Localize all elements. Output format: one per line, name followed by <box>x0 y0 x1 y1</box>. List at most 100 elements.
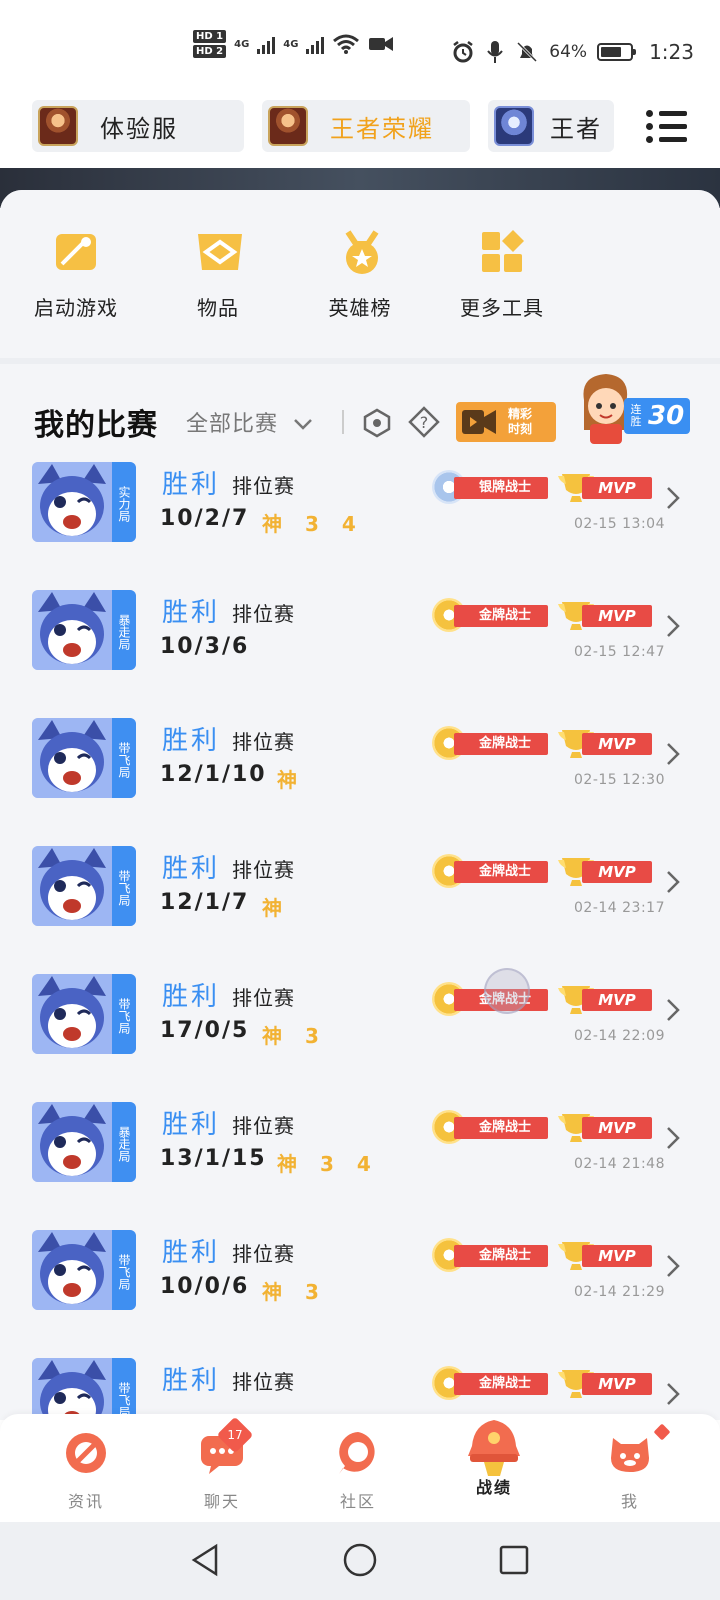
tool-label: 更多工具 <box>460 296 544 320</box>
game-tab-honor-short[interactable]: 王者 <box>488 100 614 152</box>
match-type: 排位赛 <box>232 602 295 626</box>
nav-community[interactable]: 社区 <box>298 1428 418 1512</box>
home-icon[interactable] <box>340 1540 380 1580</box>
match-filter-dropdown[interactable]: 全部比赛 <box>186 406 314 438</box>
game-tab-honor-of-kings[interactable]: 王者荣耀 <box>262 100 470 152</box>
hero-thumbnail: 实力局 <box>32 462 136 542</box>
chevron-right-icon <box>667 615 680 637</box>
match-row[interactable]: 带飞局 胜利 排位赛 12/1/10 神 金牌战士 MVP 02-15 12:3… <box>0 716 720 844</box>
tool-label: 英雄榜 <box>328 296 392 320</box>
svg-text:?: ? <box>420 413 429 432</box>
hero-thumbnail: 带飞局 <box>32 1358 136 1420</box>
nav-chat[interactable]: 17 聊天 <box>162 1416 282 1512</box>
chevron-right-icon <box>667 487 680 509</box>
matches-header: 我的比赛 全部比赛 ? 精彩 时刻 连胜 30 <box>0 374 720 450</box>
hero-thumbnail: 带飞局 <box>32 974 136 1054</box>
medal-badge: 银牌战士 <box>432 470 548 504</box>
community-icon <box>333 1428 383 1478</box>
game-avatar-icon <box>494 106 534 146</box>
game-tab-trial[interactable]: 体验服 <box>32 100 244 152</box>
matches-title: 我的比赛 <box>34 408 158 443</box>
medal-label: 金牌战士 <box>454 733 548 755</box>
match-row[interactable]: 带飞局 胜利 排位赛 金牌战士 MVP <box>0 1356 720 1420</box>
nav-records[interactable]: 战绩 <box>434 1420 554 1498</box>
hero-rank-icon <box>338 230 382 274</box>
game-tab-label: 王者 <box>550 114 602 143</box>
highlight-moments-button[interactable]: 精彩 时刻 <box>456 402 556 442</box>
hero-thumbnail: 带飞局 <box>32 718 136 798</box>
nav-news[interactable]: 资讯 <box>26 1428 146 1512</box>
medal-label: 金牌战士 <box>454 861 548 883</box>
bottom-nav: 资讯 17 聊天 社区 战绩 我 <box>0 1414 720 1522</box>
medal-label: 银牌战士 <box>454 477 548 499</box>
help-icon[interactable]: ? <box>408 406 440 438</box>
more-tools-icon <box>480 230 524 274</box>
match-filter-label: 全部比赛 <box>186 412 279 437</box>
recents-icon[interactable] <box>494 1540 534 1580</box>
main-card: 启动游戏 物品 英雄榜 更多工具 我的比赛 全部比赛 ? 精彩 时刻 连胜 30… <box>0 190 720 1420</box>
mvp-badge: MVP <box>558 854 654 888</box>
chevron-right-icon <box>667 743 680 765</box>
chevron-right-icon <box>667 999 680 1021</box>
match-kda: 13/1/15 <box>160 1146 267 1171</box>
video-camera-icon <box>369 37 394 51</box>
match-result: 胜利 <box>162 1110 221 1140</box>
section-divider <box>0 358 720 364</box>
match-kda: 17/0/5 <box>160 1018 250 1043</box>
mvp-badge: MVP <box>558 982 654 1016</box>
back-icon[interactable] <box>186 1540 226 1580</box>
status-bar: HD 1 HD 2 4G 4G 64% 1:23 <box>0 0 720 90</box>
match-highlight-marks: 神 3 4 <box>262 512 364 536</box>
match-row[interactable]: 带飞局 胜利 排位赛 17/0/5 神 3 金牌战士 MVP 02-14 22:… <box>0 972 720 1100</box>
match-tag: 实力局 <box>112 462 136 542</box>
match-highlight-marks: 神 3 <box>262 1024 327 1048</box>
match-result: 胜利 <box>162 854 221 884</box>
mvp-badge: MVP <box>558 1238 654 1272</box>
header-separator <box>342 410 344 434</box>
match-row[interactable]: 带飞局 胜利 排位赛 10/0/6 神 3 金牌战士 MVP 02-14 21:… <box>0 1228 720 1356</box>
match-tag: 带飞局 <box>112 1358 136 1420</box>
hero-thumbnail: 暴走局 <box>32 1102 136 1182</box>
win-streak-badge[interactable]: 连胜 30 <box>572 370 692 450</box>
match-result: 胜利 <box>162 470 221 500</box>
match-row[interactable]: 暴走局 胜利 排位赛 10/3/6 金牌战士 MVP 02-15 12:47 <box>0 588 720 716</box>
menu-icon[interactable] <box>646 110 690 146</box>
tool-hero-rank[interactable]: 英雄榜 <box>300 230 420 321</box>
mvp-label: MVP <box>582 1373 652 1395</box>
match-time: 02-14 21:29 <box>574 1284 665 1300</box>
hd1-badge: HD 1 <box>193 30 227 43</box>
mvp-label: MVP <box>582 477 652 499</box>
medal-label: 金牌战士 <box>454 1117 548 1139</box>
tool-launch-game[interactable]: 启动游戏 <box>16 230 136 321</box>
match-row[interactable]: 暴走局 胜利 排位赛 13/1/15 神 3 4 金牌战士 MVP 02-14 … <box>0 1100 720 1228</box>
highlight-moments-label: 精彩 时刻 <box>508 407 533 436</box>
hexagon-settings-icon[interactable] <box>362 408 392 438</box>
hero-portrait-icon <box>32 974 112 1054</box>
match-row[interactable]: 带飞局 胜利 排位赛 12/1/7 神 金牌战士 MVP 02-14 23:17 <box>0 844 720 972</box>
hero-portrait-icon <box>32 462 112 542</box>
network-type-1: 4G <box>234 38 250 50</box>
match-row[interactable]: 实力局 胜利 排位赛 10/2/7 神 3 4 银牌战士 MVP 02-15 1… <box>0 460 720 588</box>
tool-label: 启动游戏 <box>34 296 118 320</box>
game-avatar-icon <box>38 106 78 146</box>
tool-items[interactable]: 物品 <box>158 230 278 321</box>
streak-count: 30 <box>648 401 685 431</box>
mvp-label: MVP <box>582 1117 652 1139</box>
match-time: 02-14 23:17 <box>574 900 665 916</box>
match-list: 实力局 胜利 排位赛 10/2/7 神 3 4 银牌战士 MVP 02-15 1… <box>0 460 720 1420</box>
status-left: HD 1 HD 2 4G 4G <box>193 30 394 58</box>
match-highlight-marks: 神 <box>262 896 290 920</box>
medal-label: 金牌战士 <box>454 1373 548 1395</box>
nav-me[interactable]: 我 <box>570 1423 690 1512</box>
tool-label: 物品 <box>197 296 239 320</box>
medal-label: 金牌战士 <box>454 605 548 627</box>
match-type: 排位赛 <box>232 1370 295 1394</box>
match-time: 02-15 13:04 <box>574 516 665 532</box>
video-camera-icon <box>462 410 496 434</box>
tool-more-tools[interactable]: 更多工具 <box>442 230 562 321</box>
match-type: 排位赛 <box>232 858 295 882</box>
match-type: 排位赛 <box>232 986 295 1010</box>
nav-label: 我 <box>620 1492 639 1511</box>
match-type: 排位赛 <box>232 1114 295 1138</box>
hero-portrait-icon <box>32 1102 112 1182</box>
